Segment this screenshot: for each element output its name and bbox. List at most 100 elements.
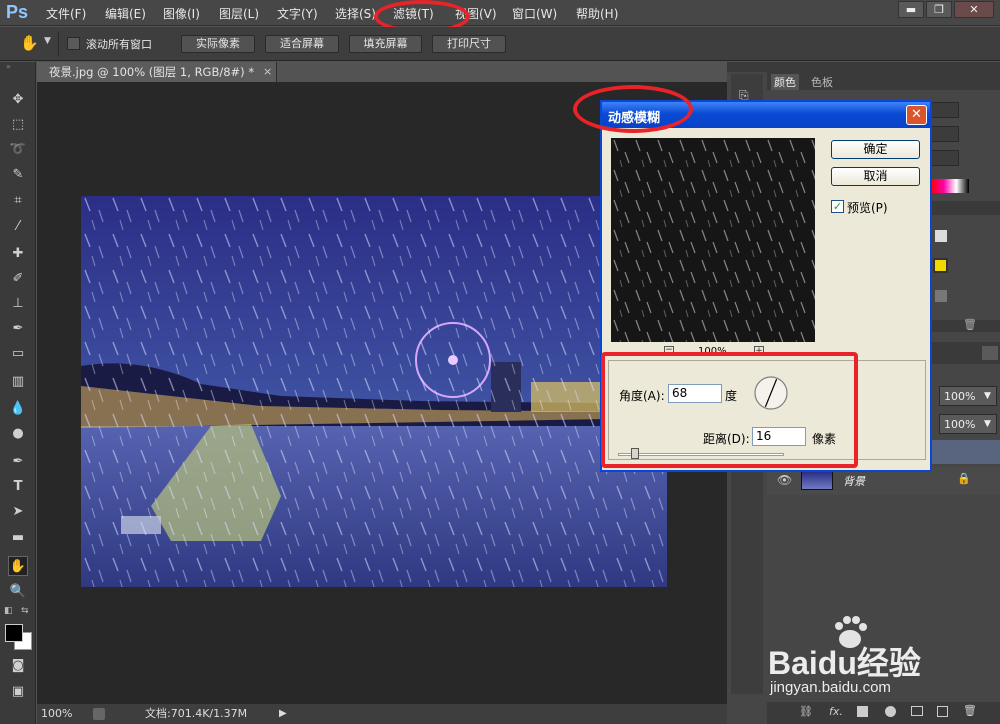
tools-panel: » ✥ ⬚ ➰ ✎ ⌗ ⁄ ✚ ✐ ⊥ ✒ ▭ ▥ 💧 ● ✒ T ➤ ▬ ✋ … bbox=[0, 62, 36, 724]
opacity-field[interactable]: 100% ▼ bbox=[939, 386, 997, 406]
fx-icon[interactable]: fx. bbox=[829, 705, 843, 718]
close-document-icon[interactable]: × bbox=[263, 62, 272, 82]
hand-tool-icon[interactable]: ✋ bbox=[20, 34, 39, 52]
layer-name[interactable]: 背景 bbox=[843, 473, 865, 489]
minimize-button[interactable]: ▬ bbox=[898, 1, 924, 18]
delete-layer-icon[interactable]: 🗑 bbox=[963, 704, 977, 717]
screen-mode-icon[interactable]: ▣ bbox=[8, 682, 28, 702]
visibility-eye-icon[interactable]: 👁 bbox=[777, 473, 792, 487]
layers-panel-footer: ⛓ fx. 🗑 bbox=[767, 702, 1000, 724]
trash-icon[interactable]: 🗑 bbox=[963, 318, 977, 331]
dialog-close-button[interactable]: ✕ bbox=[906, 105, 927, 125]
clone-stamp-tool-icon[interactable]: ⊥ bbox=[8, 294, 28, 314]
new-layer-icon[interactable] bbox=[937, 706, 948, 717]
night-scene-image bbox=[81, 196, 667, 587]
new-adjustment-icon[interactable] bbox=[885, 706, 896, 717]
adjustment-icon-1[interactable] bbox=[935, 230, 947, 242]
tab-swatches[interactable]: 色板 bbox=[811, 74, 833, 90]
color-panel-tabs: 颜色 色板 bbox=[767, 72, 1000, 90]
menu-file[interactable]: 文件(F) bbox=[46, 5, 86, 22]
adjustments-panel-header bbox=[931, 201, 1000, 215]
document-info: 文档:701.4K/1.37M bbox=[145, 707, 248, 720]
adjustment-icon-2[interactable] bbox=[933, 258, 948, 273]
watermark-url: jingyan.baidu.com bbox=[770, 679, 891, 696]
menu-image[interactable]: 图像(I) bbox=[163, 5, 200, 22]
preview-checkbox[interactable]: ✓ bbox=[831, 200, 844, 213]
status-info-icon[interactable] bbox=[93, 708, 105, 720]
quick-select-tool-icon[interactable]: ✎ bbox=[8, 165, 28, 185]
add-mask-icon[interactable] bbox=[857, 706, 868, 717]
history-brush-tool-icon[interactable]: ✒ bbox=[8, 319, 28, 339]
menu-edit[interactable]: 编辑(E) bbox=[105, 5, 146, 22]
fill-screen-button[interactable]: 填充屏幕 bbox=[349, 35, 422, 53]
scroll-all-label: 滚动所有窗口 bbox=[86, 38, 152, 51]
menu-select[interactable]: 选择(S) bbox=[335, 5, 377, 22]
brush-tool-icon[interactable]: ✐ bbox=[8, 269, 28, 289]
eyedropper-tool-icon[interactable]: ⁄ bbox=[8, 217, 28, 237]
cancel-button[interactable]: 取消 bbox=[831, 167, 920, 186]
healing-brush-tool-icon[interactable]: ✚ bbox=[8, 244, 28, 264]
options-bar: ✋ ▼ 滚动所有窗口 实际像素 适合屏幕 填充屏幕 打印尺寸 bbox=[0, 27, 1000, 61]
color-slider-input-b[interactable] bbox=[931, 150, 959, 166]
status-bar: 100% 文档:701.4K/1.37M ▶ bbox=[37, 704, 727, 724]
parameters-highlight bbox=[601, 352, 858, 468]
quick-mask-icon[interactable]: ◙ bbox=[8, 656, 28, 676]
layers-filter-toggle[interactable] bbox=[982, 346, 998, 360]
default-colors-icon[interactable]: ◧ bbox=[4, 606, 13, 616]
watermark-brand: Baidu经验 bbox=[768, 645, 921, 681]
color-slider-input-r[interactable] bbox=[931, 102, 959, 118]
type-tool-icon[interactable]: T bbox=[8, 477, 28, 497]
swap-colors-icon[interactable]: ⇆ bbox=[21, 606, 29, 616]
opacity-chevron-icon[interactable]: ▼ bbox=[984, 391, 991, 401]
rectangle-tool-icon[interactable]: ▬ bbox=[8, 528, 28, 548]
crop-tool-icon[interactable]: ⌗ bbox=[8, 191, 28, 211]
blur-tool-icon[interactable]: 💧 bbox=[8, 399, 28, 419]
photoshop-logo: Ps bbox=[6, 2, 29, 22]
document-tab-title: 夜景.jpg @ 100% (图层 1, RGB/8#) * bbox=[49, 65, 255, 79]
blur-preview[interactable] bbox=[611, 138, 815, 342]
options-divider bbox=[58, 31, 59, 57]
panel-footer: 🗑 bbox=[931, 318, 1000, 332]
lock-icon: 🔒 bbox=[957, 472, 971, 485]
gradient-tool-icon[interactable]: ▥ bbox=[8, 372, 28, 392]
fill-chevron-icon[interactable]: ▼ bbox=[984, 419, 991, 429]
menubar: Ps 文件(F) 编辑(E) 图像(I) 图层(L) 文字(Y) 选择(S) 滤… bbox=[0, 0, 1000, 26]
menu-layer[interactable]: 图层(L) bbox=[219, 5, 259, 22]
zoom-tool-icon[interactable]: 🔍 bbox=[8, 582, 28, 602]
menu-type[interactable]: 文字(Y) bbox=[277, 5, 318, 22]
eraser-tool-icon[interactable]: ▭ bbox=[8, 344, 28, 364]
new-group-icon[interactable] bbox=[911, 706, 923, 716]
pen-tool-icon[interactable]: ✒ bbox=[8, 452, 28, 472]
move-tool-icon[interactable]: ✥ bbox=[8, 90, 28, 110]
adjustment-icon-3[interactable] bbox=[935, 290, 947, 302]
marquee-tool-icon[interactable]: ⬚ bbox=[8, 115, 28, 135]
zoom-level[interactable]: 100% bbox=[41, 704, 72, 724]
tab-color[interactable]: 颜色 bbox=[771, 74, 799, 90]
hand-tool-active-icon[interactable]: ✋ bbox=[8, 556, 28, 576]
print-size-button[interactable]: 打印尺寸 bbox=[432, 35, 506, 53]
menu-help[interactable]: 帮助(H) bbox=[576, 5, 618, 22]
fit-screen-button[interactable]: 适合屏幕 bbox=[265, 35, 339, 53]
status-menu-arrow-icon[interactable]: ▶ bbox=[279, 704, 287, 724]
baidu-watermark: Baidu经验 jingyan.baidu.com bbox=[768, 612, 1000, 702]
document-tab[interactable]: 夜景.jpg @ 100% (图层 1, RGB/8#) * × bbox=[37, 62, 277, 82]
close-window-button[interactable]: ✕ bbox=[954, 1, 994, 18]
foreground-color-swatch[interactable] bbox=[5, 624, 23, 642]
scroll-all-checkbox[interactable] bbox=[67, 37, 80, 50]
actual-pixels-button[interactable]: 实际像素 bbox=[181, 35, 255, 53]
dialog-title-highlight bbox=[573, 85, 693, 133]
color-slider-input-g[interactable] bbox=[931, 126, 959, 142]
menu-window[interactable]: 窗口(W) bbox=[512, 5, 557, 22]
path-select-tool-icon[interactable]: ➤ bbox=[8, 502, 28, 522]
tool-preset-chevron-icon[interactable]: ▼ bbox=[44, 36, 51, 46]
collapse-icon[interactable]: » bbox=[6, 62, 11, 71]
preview-label: 预览(P) bbox=[847, 201, 888, 215]
color-ramp[interactable] bbox=[931, 179, 969, 193]
ok-button[interactable]: 确定 bbox=[831, 140, 920, 159]
restore-button[interactable]: ❐ bbox=[926, 1, 952, 18]
lasso-tool-icon[interactable]: ➰ bbox=[8, 140, 28, 160]
dodge-tool-icon[interactable]: ● bbox=[8, 424, 28, 444]
fill-field[interactable]: 100% ▼ bbox=[939, 414, 997, 434]
link-layers-icon[interactable]: ⛓ bbox=[799, 705, 813, 718]
fill-value: 100% bbox=[944, 418, 976, 431]
